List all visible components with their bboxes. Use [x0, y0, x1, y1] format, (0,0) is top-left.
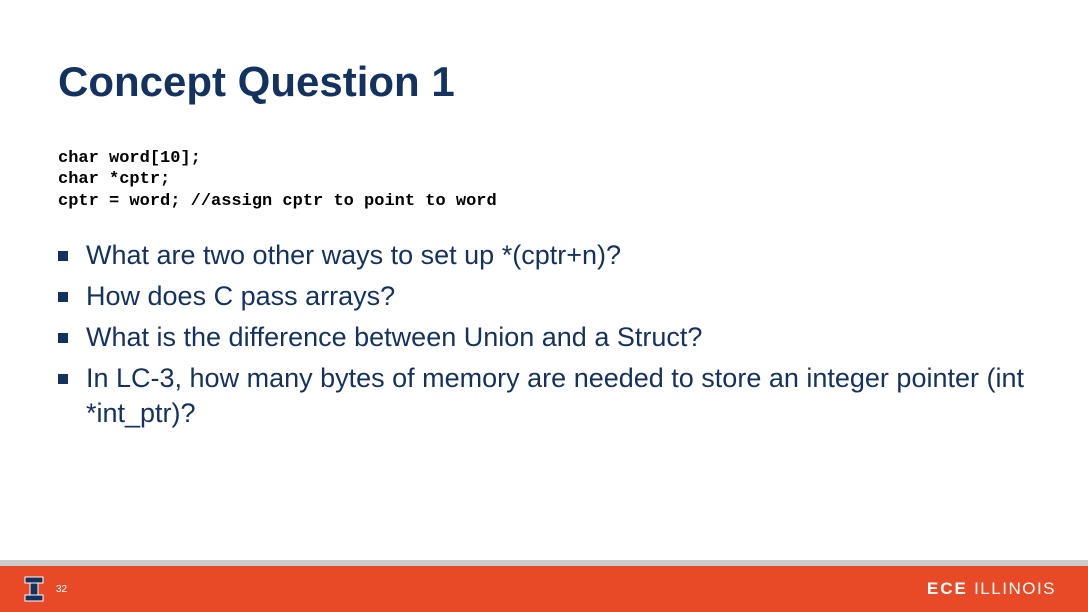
- slide-title: Concept Question 1: [58, 58, 455, 106]
- footer-left: 32: [22, 574, 67, 604]
- footer-brand: ECE ILLINOIS: [927, 579, 1056, 599]
- illinois-logo-icon: [22, 574, 46, 604]
- code-line-2: char *cptr;: [58, 170, 170, 189]
- bullet-marker-icon: [58, 333, 68, 343]
- bullet-item: What are two other ways to set up *(cptr…: [58, 238, 1030, 273]
- footer-brand-rest: ILLINOIS: [968, 579, 1056, 598]
- footer-bar: 32 ECE ILLINOIS: [0, 566, 1088, 612]
- code-line-1: char word[10];: [58, 149, 201, 168]
- bullet-marker-icon: [58, 292, 68, 302]
- page-number: 32: [56, 584, 67, 595]
- bullet-item: How does C pass arrays?: [58, 279, 1030, 314]
- code-line-3: cptr = word; //assign cptr to point to w…: [58, 192, 497, 211]
- bullet-text: How does C pass arrays?: [86, 279, 395, 314]
- bullet-list: What are two other ways to set up *(cptr…: [58, 238, 1030, 437]
- bullet-text: In LC-3, how many bytes of memory are ne…: [86, 361, 1030, 431]
- footer-brand-bold: ECE: [927, 579, 968, 598]
- slide: Concept Question 1 char word[10]; char *…: [0, 0, 1088, 612]
- bullet-item: What is the difference between Union and…: [58, 320, 1030, 355]
- bullet-item: In LC-3, how many bytes of memory are ne…: [58, 361, 1030, 431]
- bullet-text: What is the difference between Union and…: [86, 320, 702, 355]
- code-block: char word[10]; char *cptr; cptr = word; …: [58, 148, 497, 212]
- bullet-text: What are two other ways to set up *(cptr…: [86, 238, 621, 273]
- bullet-marker-icon: [58, 251, 68, 261]
- bullet-marker-icon: [58, 374, 68, 384]
